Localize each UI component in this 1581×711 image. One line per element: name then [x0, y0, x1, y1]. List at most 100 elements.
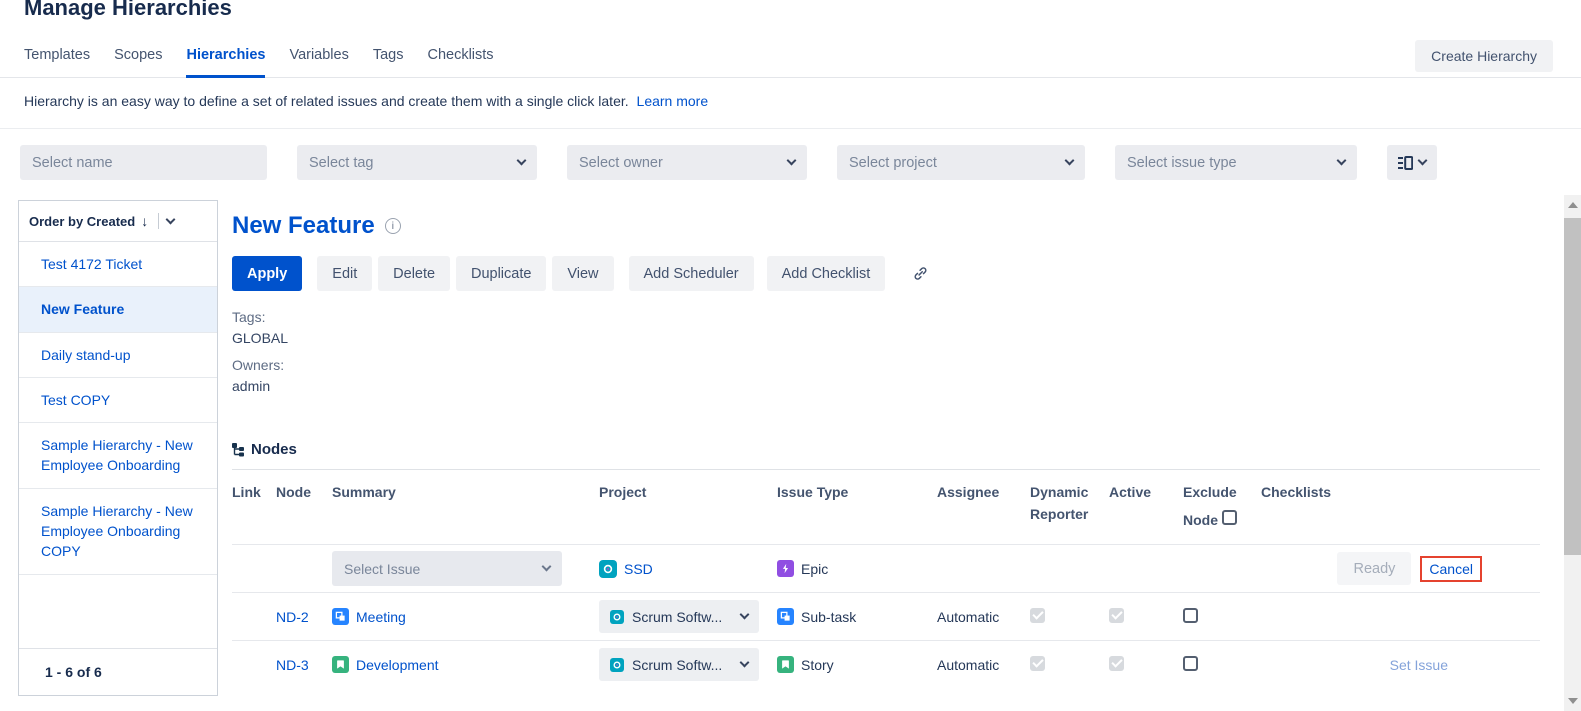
col-exclude-node: Exclude Node: [1183, 482, 1261, 531]
chevron-down-icon: [787, 156, 797, 166]
assignee-value: Automatic: [937, 657, 1030, 673]
hierarchy-meta: Tags: GLOBAL Owners: admin: [232, 307, 1540, 397]
owners-label: Owners:: [232, 355, 1540, 376]
duplicate-button[interactable]: Duplicate: [456, 256, 546, 291]
col-dynamic-reporter: Dynamic Reporter: [1030, 482, 1109, 525]
exclude-node-checkbox[interactable]: [1183, 608, 1198, 623]
story-issue-type-icon: [332, 656, 349, 673]
scroll-up-arrow-icon[interactable]: [1568, 202, 1578, 208]
tab-bar: Templates Scopes Hierarchies Variables T…: [0, 47, 1581, 78]
project-avatar-icon: [610, 658, 624, 672]
select-issue-dropdown[interactable]: Select Issue: [332, 551, 562, 586]
node-summary-link[interactable]: Meeting: [356, 609, 406, 625]
scrollbar-thumb[interactable]: [1564, 218, 1581, 555]
sidebar-spacer: [19, 575, 217, 648]
tag-filter-select[interactable]: Select tag: [297, 145, 537, 180]
col-assignee: Assignee: [937, 482, 1030, 504]
vertical-scrollbar[interactable]: [1564, 195, 1581, 711]
issue-type-value: Sub-task: [801, 609, 856, 625]
view-options-button[interactable]: [1387, 145, 1437, 180]
edit-button[interactable]: Edit: [317, 256, 372, 291]
name-filter-input[interactable]: Select name: [20, 145, 267, 180]
pagination-status: 1 - 6 of 6: [19, 648, 217, 695]
owner-filter-select[interactable]: Select owner: [567, 145, 807, 180]
table-row-nd-3: ND-3 Development Scrum Softw...: [232, 640, 1540, 688]
subtask-issue-type-icon: [777, 608, 794, 625]
chevron-down-icon: [166, 214, 176, 224]
project-filter-select[interactable]: Select project: [837, 145, 1085, 180]
create-hierarchy-button[interactable]: Create Hierarchy: [1415, 40, 1553, 72]
tab-scopes[interactable]: Scopes: [114, 47, 162, 77]
project-filter-label: Select project: [849, 155, 937, 171]
issue-type-value: Story: [801, 657, 834, 673]
sidebar-item-sample-hierarchy[interactable]: Sample Hierarchy - New Employee Onboardi…: [19, 423, 217, 489]
tab-variables[interactable]: Variables: [289, 47, 348, 77]
info-icon[interactable]: i: [385, 218, 401, 234]
col-project: Project: [599, 482, 777, 504]
project-select-dropdown[interactable]: Scrum Softw...: [599, 600, 759, 633]
select-issue-placeholder: Select Issue: [344, 561, 420, 577]
col-node: Node: [276, 482, 332, 504]
owners-value: admin: [232, 376, 1540, 397]
exclude-all-checkbox[interactable]: [1222, 510, 1237, 525]
intro-text: Hierarchy is an easy way to define a set…: [0, 78, 1581, 129]
cancel-link[interactable]: Cancel: [1429, 561, 1473, 577]
story-issue-type-icon: [777, 656, 794, 673]
chevron-down-icon: [740, 610, 750, 620]
tab-checklists[interactable]: Checklists: [427, 47, 493, 77]
chevron-down-icon: [542, 562, 552, 572]
tab-tags[interactable]: Tags: [373, 47, 404, 77]
apply-button[interactable]: Apply: [232, 256, 302, 291]
exclude-node-checkbox[interactable]: [1183, 656, 1198, 671]
node-key-link[interactable]: ND-3: [276, 657, 309, 673]
learn-more-link[interactable]: Learn more: [637, 93, 709, 109]
subtask-issue-type-icon: [332, 608, 349, 625]
chevron-down-icon: [1418, 156, 1428, 166]
sidebar-item-test-4172-ticket[interactable]: Test 4172 Ticket: [19, 242, 217, 287]
col-issue-type: Issue Type: [777, 482, 937, 504]
chevron-down-icon: [740, 658, 750, 668]
set-issue-link[interactable]: Set Issue: [1390, 657, 1448, 673]
ready-button[interactable]: Ready: [1337, 552, 1411, 585]
copy-link-button[interactable]: [903, 257, 937, 291]
active-checkbox: [1109, 656, 1124, 671]
tab-hierarchies[interactable]: Hierarchies: [186, 47, 265, 78]
project-select-value: Scrum Softw...: [632, 609, 722, 625]
project-avatar-icon: [599, 560, 617, 578]
hierarchy-title: New Feature: [232, 212, 375, 240]
issue-type-filter-label: Select issue type: [1127, 155, 1237, 171]
issue-type-value: Epic: [801, 561, 828, 577]
col-summary: Summary: [332, 482, 599, 504]
chevron-down-icon: [1337, 156, 1347, 166]
sidebar-item-test-copy[interactable]: Test COPY: [19, 378, 217, 423]
columns-layout-icon: [1398, 156, 1413, 170]
nodes-section-title: Nodes: [251, 441, 297, 458]
hierarchy-tree-icon: [232, 442, 246, 457]
order-by-control[interactable]: Order by Created ↓: [19, 201, 217, 242]
tags-label: Tags:: [232, 307, 1540, 328]
delete-button[interactable]: Delete: [378, 256, 450, 291]
project-avatar-icon: [610, 610, 624, 624]
tab-templates[interactable]: Templates: [24, 47, 90, 77]
content-area: Order by Created ↓ Test 4172 Ticket New …: [0, 200, 1581, 696]
node-key-link[interactable]: ND-2: [276, 609, 309, 625]
sidebar-item-daily-stand-up[interactable]: Daily stand-up: [19, 333, 217, 378]
col-checklists: Checklists: [1261, 482, 1540, 504]
owner-filter-label: Select owner: [579, 155, 663, 171]
view-button[interactable]: View: [552, 256, 613, 291]
issue-type-filter-select[interactable]: Select issue type: [1115, 145, 1357, 180]
sidebar-item-new-feature[interactable]: New Feature: [19, 287, 217, 332]
sidebar-item-sample-hierarchy-copy[interactable]: Sample Hierarchy - New Employee Onboardi…: [19, 489, 217, 575]
scroll-down-arrow-icon[interactable]: [1568, 698, 1578, 704]
project-link[interactable]: SSD: [624, 561, 653, 577]
node-summary-link[interactable]: Development: [356, 657, 439, 673]
project-select-dropdown[interactable]: Scrum Softw...: [599, 648, 759, 681]
add-checklist-button[interactable]: Add Checklist: [767, 256, 886, 291]
tags-value: GLOBAL: [232, 328, 1540, 349]
divider: [158, 213, 159, 229]
name-filter-placeholder: Select name: [32, 155, 113, 171]
table-row-nd-2: ND-2 Meeting Scrum Softw...: [232, 592, 1540, 640]
add-scheduler-button[interactable]: Add Scheduler: [629, 256, 754, 291]
sort-descending-icon: ↓: [141, 213, 148, 229]
tag-filter-label: Select tag: [309, 155, 374, 171]
